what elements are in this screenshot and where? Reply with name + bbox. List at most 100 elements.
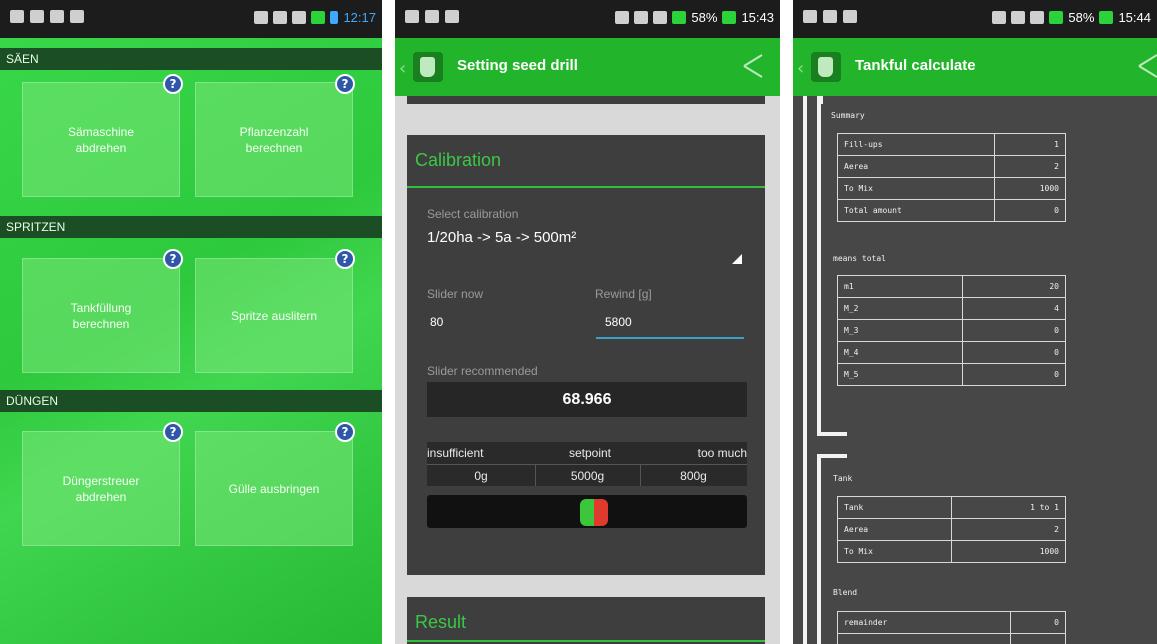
app-bar: ‹ Setting seed drill (395, 38, 780, 96)
share-icon[interactable] (1135, 52, 1157, 80)
slider-now-label: Slider now (427, 287, 484, 301)
table-row: remainder 0 (836, 611, 1066, 634)
tile-sprayer-calibrate[interactable]: Spritze auslitern (195, 258, 353, 373)
range-divider (427, 464, 747, 465)
table-cell-value: 20 (961, 275, 1067, 298)
indicator-green-half (580, 499, 594, 526)
table-cell-value (1010, 633, 1066, 644)
table-row: Aerea 2 (837, 518, 1066, 541)
range-value-insufficient: 0g (474, 469, 488, 483)
table-row: M_5 0 (837, 363, 1067, 386)
battery-percent: 58% (691, 10, 718, 25)
table-cell-label: m1 (837, 275, 963, 298)
table-cell-value: 0 (993, 199, 1067, 222)
table-cell-label: Total amount (837, 199, 995, 222)
frame-line (803, 96, 807, 644)
slider-now-input[interactable]: 80 (430, 315, 443, 329)
table-cell-value: 1000 (993, 177, 1067, 200)
table-cell-label: Fill-ups (837, 133, 995, 156)
screen-main-menu: 12:17 SÄEN Sämaschine abdrehen Pflanzenz… (0, 0, 382, 644)
back-chevron-icon[interactable]: ‹ (797, 58, 804, 79)
table-cell-value: 2 (993, 155, 1067, 178)
range-value-setpoint: 5000g (570, 469, 605, 483)
tank-label: Tank (833, 474, 853, 483)
tank-table: Tank 1 to 1 Aerea 2 To Mix 1000 (837, 496, 1066, 563)
nfc-icon (992, 11, 1007, 24)
title-divider (407, 186, 765, 188)
calibration-title: Calibration (415, 150, 502, 170)
page-title: Setting seed drill (457, 57, 578, 74)
help-icon[interactable]: ? (335, 74, 355, 94)
status-bar: 58% 15:44 (793, 0, 1157, 38)
signal-icon (311, 11, 326, 24)
page-title: Tankful calculate (855, 57, 976, 74)
table-cell-label: M_2 (837, 297, 963, 320)
rewind-label: Rewind [g] (595, 287, 652, 301)
tile-tank-fill[interactable]: Tankfüllung berechnen (22, 258, 180, 373)
table-cell-label: remainder (836, 611, 1012, 634)
table-cell-label: M_3 (837, 319, 963, 342)
table-cell-label: M_4 (837, 341, 963, 364)
tile-plant-count[interactable]: Pflanzenzahl berechnen (195, 82, 353, 197)
summary-table: Fill-ups 1 Aerea 2 To Mix 1000 Total amount… (837, 133, 1067, 222)
frame-line (817, 432, 847, 436)
app-logo-icon[interactable] (413, 52, 443, 82)
status-time: 12:17 (343, 10, 376, 25)
select-calibration-value[interactable]: 1/20ha -> 5a -> 500m² (427, 229, 576, 246)
image-icon (425, 10, 439, 23)
nfc-icon (615, 11, 630, 24)
range-header-insufficient: insufficient (427, 446, 484, 460)
vibrate-icon (634, 11, 649, 24)
result-title: Result (415, 612, 467, 632)
help-icon[interactable]: ? (163, 422, 183, 442)
screen-tankful: 58% 15:44 ‹ Tankful calculate Summary Fi… (793, 0, 1157, 644)
table-cell-label: Aerea (837, 155, 995, 178)
slider-recommended-value: 68.966 (562, 391, 612, 408)
alarm-icon (273, 11, 288, 24)
battery-icon (722, 11, 737, 24)
app-bar: ‹ Tankful calculate (793, 38, 1157, 96)
dropdown-triangle-icon[interactable] (732, 254, 742, 264)
table-row: M_4 0 (837, 341, 1067, 364)
back-chevron-icon[interactable]: ‹ (399, 58, 406, 79)
help-icon[interactable]: ? (163, 74, 183, 94)
tile-seed-drill-calibrate[interactable]: Sämaschine abdrehen (22, 82, 180, 197)
app-logo-icon[interactable] (811, 52, 841, 82)
table-row (836, 633, 1066, 644)
tile-slurry-spread[interactable]: Gülle ausbringen (195, 431, 353, 546)
table-cell-value: 0 (961, 319, 1067, 342)
help-icon[interactable]: ? (163, 249, 183, 269)
battery-percent: 58% (1068, 10, 1095, 25)
table-row: Fill-ups 1 (837, 133, 1067, 156)
table-cell-label: To Mix (837, 177, 995, 200)
table-cell-value: 2 (951, 518, 1066, 541)
help-icon[interactable]: ? (335, 422, 355, 442)
battery-icon (330, 11, 339, 24)
range-header-setpoint: setpoint (568, 446, 612, 460)
means-table: m1 20 M_2 4 M_3 0 M_4 0 M_5 0 (837, 275, 1067, 386)
status-bar: 58% 15:43 (395, 0, 780, 38)
help-icon[interactable]: ? (335, 249, 355, 269)
blend-table: remainder 0 (836, 611, 1066, 644)
table-cell-label: To Mix (837, 540, 952, 563)
section-header-spritzen: SPRITZEN (0, 216, 382, 238)
range-header-too-much: too much (697, 446, 747, 460)
notification-icon (10, 10, 24, 23)
table-cell-value: 1000 (951, 540, 1066, 563)
notification-icon (50, 10, 64, 23)
status-bar: 12:17 (0, 0, 382, 38)
section-header-duengen: DÜNGEN (0, 390, 382, 412)
battery-icon (1099, 11, 1114, 24)
range-value-too-much: 800g (680, 469, 707, 483)
result-divider (407, 640, 765, 642)
table-row: m1 20 (837, 275, 1067, 298)
vibrate-icon (1011, 11, 1026, 24)
share-icon[interactable] (740, 52, 766, 80)
frame-line (817, 96, 821, 436)
table-cell-value: 0 (1010, 611, 1066, 634)
rewind-input[interactable]: 5800 (605, 315, 632, 329)
summary-label: Summary (831, 111, 865, 120)
tile-spreader-calibrate[interactable]: Düngerstreuer abdrehen (22, 431, 180, 546)
table-row: M_3 0 (837, 319, 1067, 342)
screen-seed-drill: 58% 15:43 ‹ Setting seed drill Calibrati… (395, 0, 780, 644)
